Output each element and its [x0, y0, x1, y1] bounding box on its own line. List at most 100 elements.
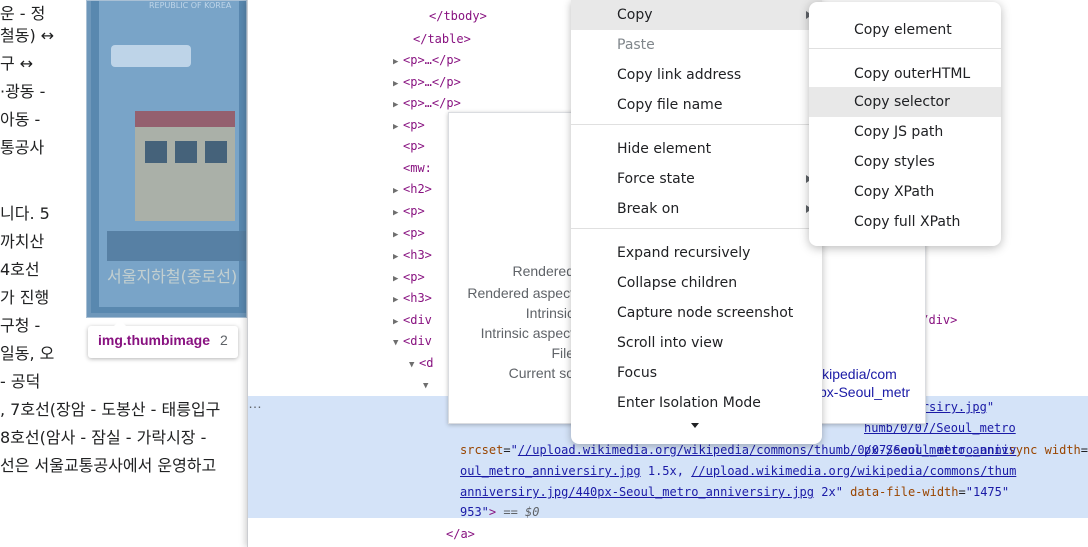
srcset-line-2[interactable]: oul_metro_anniversiry.jpg 1.5x, //upload… [460, 461, 1016, 482]
dom-node-tag: <p> [403, 270, 425, 284]
wiki-text-line: , 7호선(장암 - 도봉산 - 태릉입구 [0, 400, 221, 419]
submenu-item-label: Copy full XPath [854, 214, 961, 230]
menu-item-scroll-into-view[interactable]: Scroll into view [571, 328, 822, 358]
collapse-triangle-icon[interactable]: ▼ [393, 333, 403, 354]
popup-label: File [551, 345, 574, 361]
dom-node-row[interactable]: ▶ <p> [393, 267, 425, 288]
dom-node-row[interactable]: ▶ <div [393, 310, 432, 331]
menu-item-focus[interactable]: Focus [571, 358, 822, 388]
dom-node-row[interactable]: ▶ <h2> [393, 179, 432, 200]
popup-url-2: px-Seoul_metr [819, 384, 911, 400]
collapse-triangle-icon[interactable]: ▼ [423, 376, 433, 397]
dom-node-row[interactable]: </table> [403, 29, 471, 50]
expand-triangle-icon[interactable]: ▶ [393, 117, 403, 138]
dom-node-tag: <div [403, 334, 432, 348]
expand-triangle-icon[interactable]: ▶ [393, 181, 403, 202]
submenu-item-copy-js-path[interactable]: Copy JS path [809, 117, 1001, 147]
menu-item-copy[interactable]: Copy [571, 0, 822, 30]
popup-label: Intrinsic [525, 305, 574, 321]
expand-triangle-icon[interactable]: ▶ [393, 52, 403, 73]
collapse-triangle-icon[interactable]: ▼ [409, 355, 419, 376]
dom-node-tag: <p>…</p> [403, 53, 461, 67]
dom-node-row[interactable]: ▼ [423, 374, 433, 395]
submenu-item-label: Copy selector [854, 94, 950, 110]
dom-node-row[interactable]: ▶ <p>…</p> [393, 50, 461, 71]
menu-item-copy-link-address[interactable]: Copy link address [571, 60, 822, 90]
wiki-text-line: 선은 서울교통공사에서 운영하고 [0, 456, 217, 475]
menu-separator [571, 124, 822, 125]
dom-node-row[interactable]: ▶ <h3> [393, 245, 432, 266]
copy-submenu: Copy element Copy outerHTML Copy selector C… [809, 2, 1001, 246]
dom-node-tag: <h3> [403, 248, 432, 262]
expand-triangle-icon[interactable]: ▶ [393, 247, 403, 268]
expand-triangle-icon[interactable]: ▶ [393, 95, 403, 116]
wiki-text-line: 통공사 [0, 138, 45, 157]
submenu-item-label: Copy styles [854, 154, 935, 170]
dom-node-tag: <p> [403, 204, 425, 218]
menu-item-copy-file-name[interactable]: Copy file name [571, 90, 822, 120]
tooltip-selector: img.thumbimage [98, 332, 211, 348]
popup-label: Rendered [512, 263, 575, 279]
menu-item-collapse-children[interactable]: Collapse children [571, 268, 822, 298]
submenu-separator [809, 48, 1001, 49]
dom-node-tag: <h2> [403, 182, 432, 196]
menu-item-label: Capture node screenshot [617, 305, 794, 321]
submenu-item-copy-full-xpath[interactable]: Copy full XPath [809, 207, 1001, 237]
dom-node-row[interactable]: ▶ <p>…</p> [393, 93, 461, 114]
menu-item-hide-element[interactable]: Hide element [571, 134, 822, 164]
wiki-page: 운 - 정 철동) ↔ 구 ↔ ·광동 - 아동 - 통공사 니다. 5 까치산 4호선 가 진행… [0, 0, 247, 547]
submenu-item-copy-xpath[interactable]: Copy XPath [809, 177, 1001, 207]
menu-item-enter-isolation-mode[interactable]: Enter Isolation Mode [571, 388, 822, 418]
popup-label: Current so [508, 365, 574, 381]
dom-node-row[interactable]: <p> [393, 136, 425, 157]
selected-node-token: " [986, 400, 995, 414]
menu-item-expand-recursively[interactable]: Expand recursively [571, 238, 822, 268]
dom-node-row[interactable]: ▶ <p> [393, 223, 425, 244]
dom-node-row[interactable]: ▶ <p> [393, 201, 425, 222]
expand-triangle-icon[interactable]: ▶ [393, 312, 403, 333]
dom-node-row[interactable]: </tbody> [419, 6, 487, 27]
dom-node-row[interactable]: ▶ <p>…</p> [393, 72, 461, 93]
dom-node-tag: <div [403, 313, 432, 327]
menu-item-capture-node-screenshot[interactable]: Capture node screenshot [571, 298, 822, 328]
menu-separator [571, 228, 822, 229]
menu-item-break-on[interactable]: Break on [571, 194, 822, 224]
expand-triangle-icon[interactable]: ▶ [393, 269, 403, 290]
menu-item-force-state[interactable]: Force state [571, 164, 822, 194]
submenu-item-copy-outerhtml[interactable]: Copy outerHTML [809, 59, 1001, 89]
wiki-text-line: 철동) ↔ [0, 26, 55, 45]
expand-triangle-icon[interactable]: ▶ [393, 290, 403, 311]
menu-scroll-down-icon[interactable] [691, 423, 699, 428]
menu-item-label: Focus [617, 365, 657, 381]
submenu-item-label: Copy outerHTML [854, 66, 971, 82]
dom-node-row[interactable]: <mw: [393, 158, 432, 179]
expand-triangle-icon[interactable]: ▶ [393, 225, 403, 246]
dom-node-tag: <mw: [403, 161, 432, 175]
dom-node-row[interactable]: ▶ <p> [393, 115, 425, 136]
dom-node-row[interactable]: ▼ <div [393, 331, 432, 352]
expand-triangle-icon[interactable]: ▶ [393, 203, 403, 224]
wiki-text-line: 일동, 오 [0, 344, 55, 363]
dom-node-tag: <h3> [403, 291, 432, 305]
srcset-line-4[interactable]: 953"> == $0 [460, 502, 540, 523]
expand-triangle-icon[interactable]: ▶ [393, 74, 403, 95]
submenu-item-copy-styles[interactable]: Copy styles [809, 147, 1001, 177]
dom-node-tag: <d [419, 356, 434, 370]
menu-item-label: Hide element [617, 141, 712, 157]
wiki-text-line: 가 진행 [0, 288, 50, 307]
menu-item-label: Break on [617, 201, 680, 217]
dom-node-tag: <p> [403, 226, 425, 240]
submenu-item-copy-element[interactable]: Copy element [809, 15, 1001, 45]
srcset-line-3[interactable]: anniversiry.jpg/440px-Seoul_metro_annive… [460, 482, 1009, 503]
submenu-item-label: Copy JS path [854, 124, 944, 140]
submenu-item-copy-selector[interactable]: Copy selector [809, 87, 1001, 117]
dom-ellipsis-button[interactable]: … [248, 395, 262, 411]
wiki-text-line: 구 ↔ [0, 54, 34, 73]
dom-a-close[interactable]: </a> [446, 524, 475, 545]
dom-node-row[interactable]: ▼ <d [409, 353, 433, 374]
dom-node-tag: <p>…</p> [403, 96, 461, 110]
popup-url-1: ikipedia/com [819, 366, 897, 382]
dom-node-row[interactable]: ▶ <h3> [393, 288, 432, 309]
menu-item-label: Force state [617, 171, 695, 187]
menu-item-label: Scroll into view [617, 335, 724, 351]
